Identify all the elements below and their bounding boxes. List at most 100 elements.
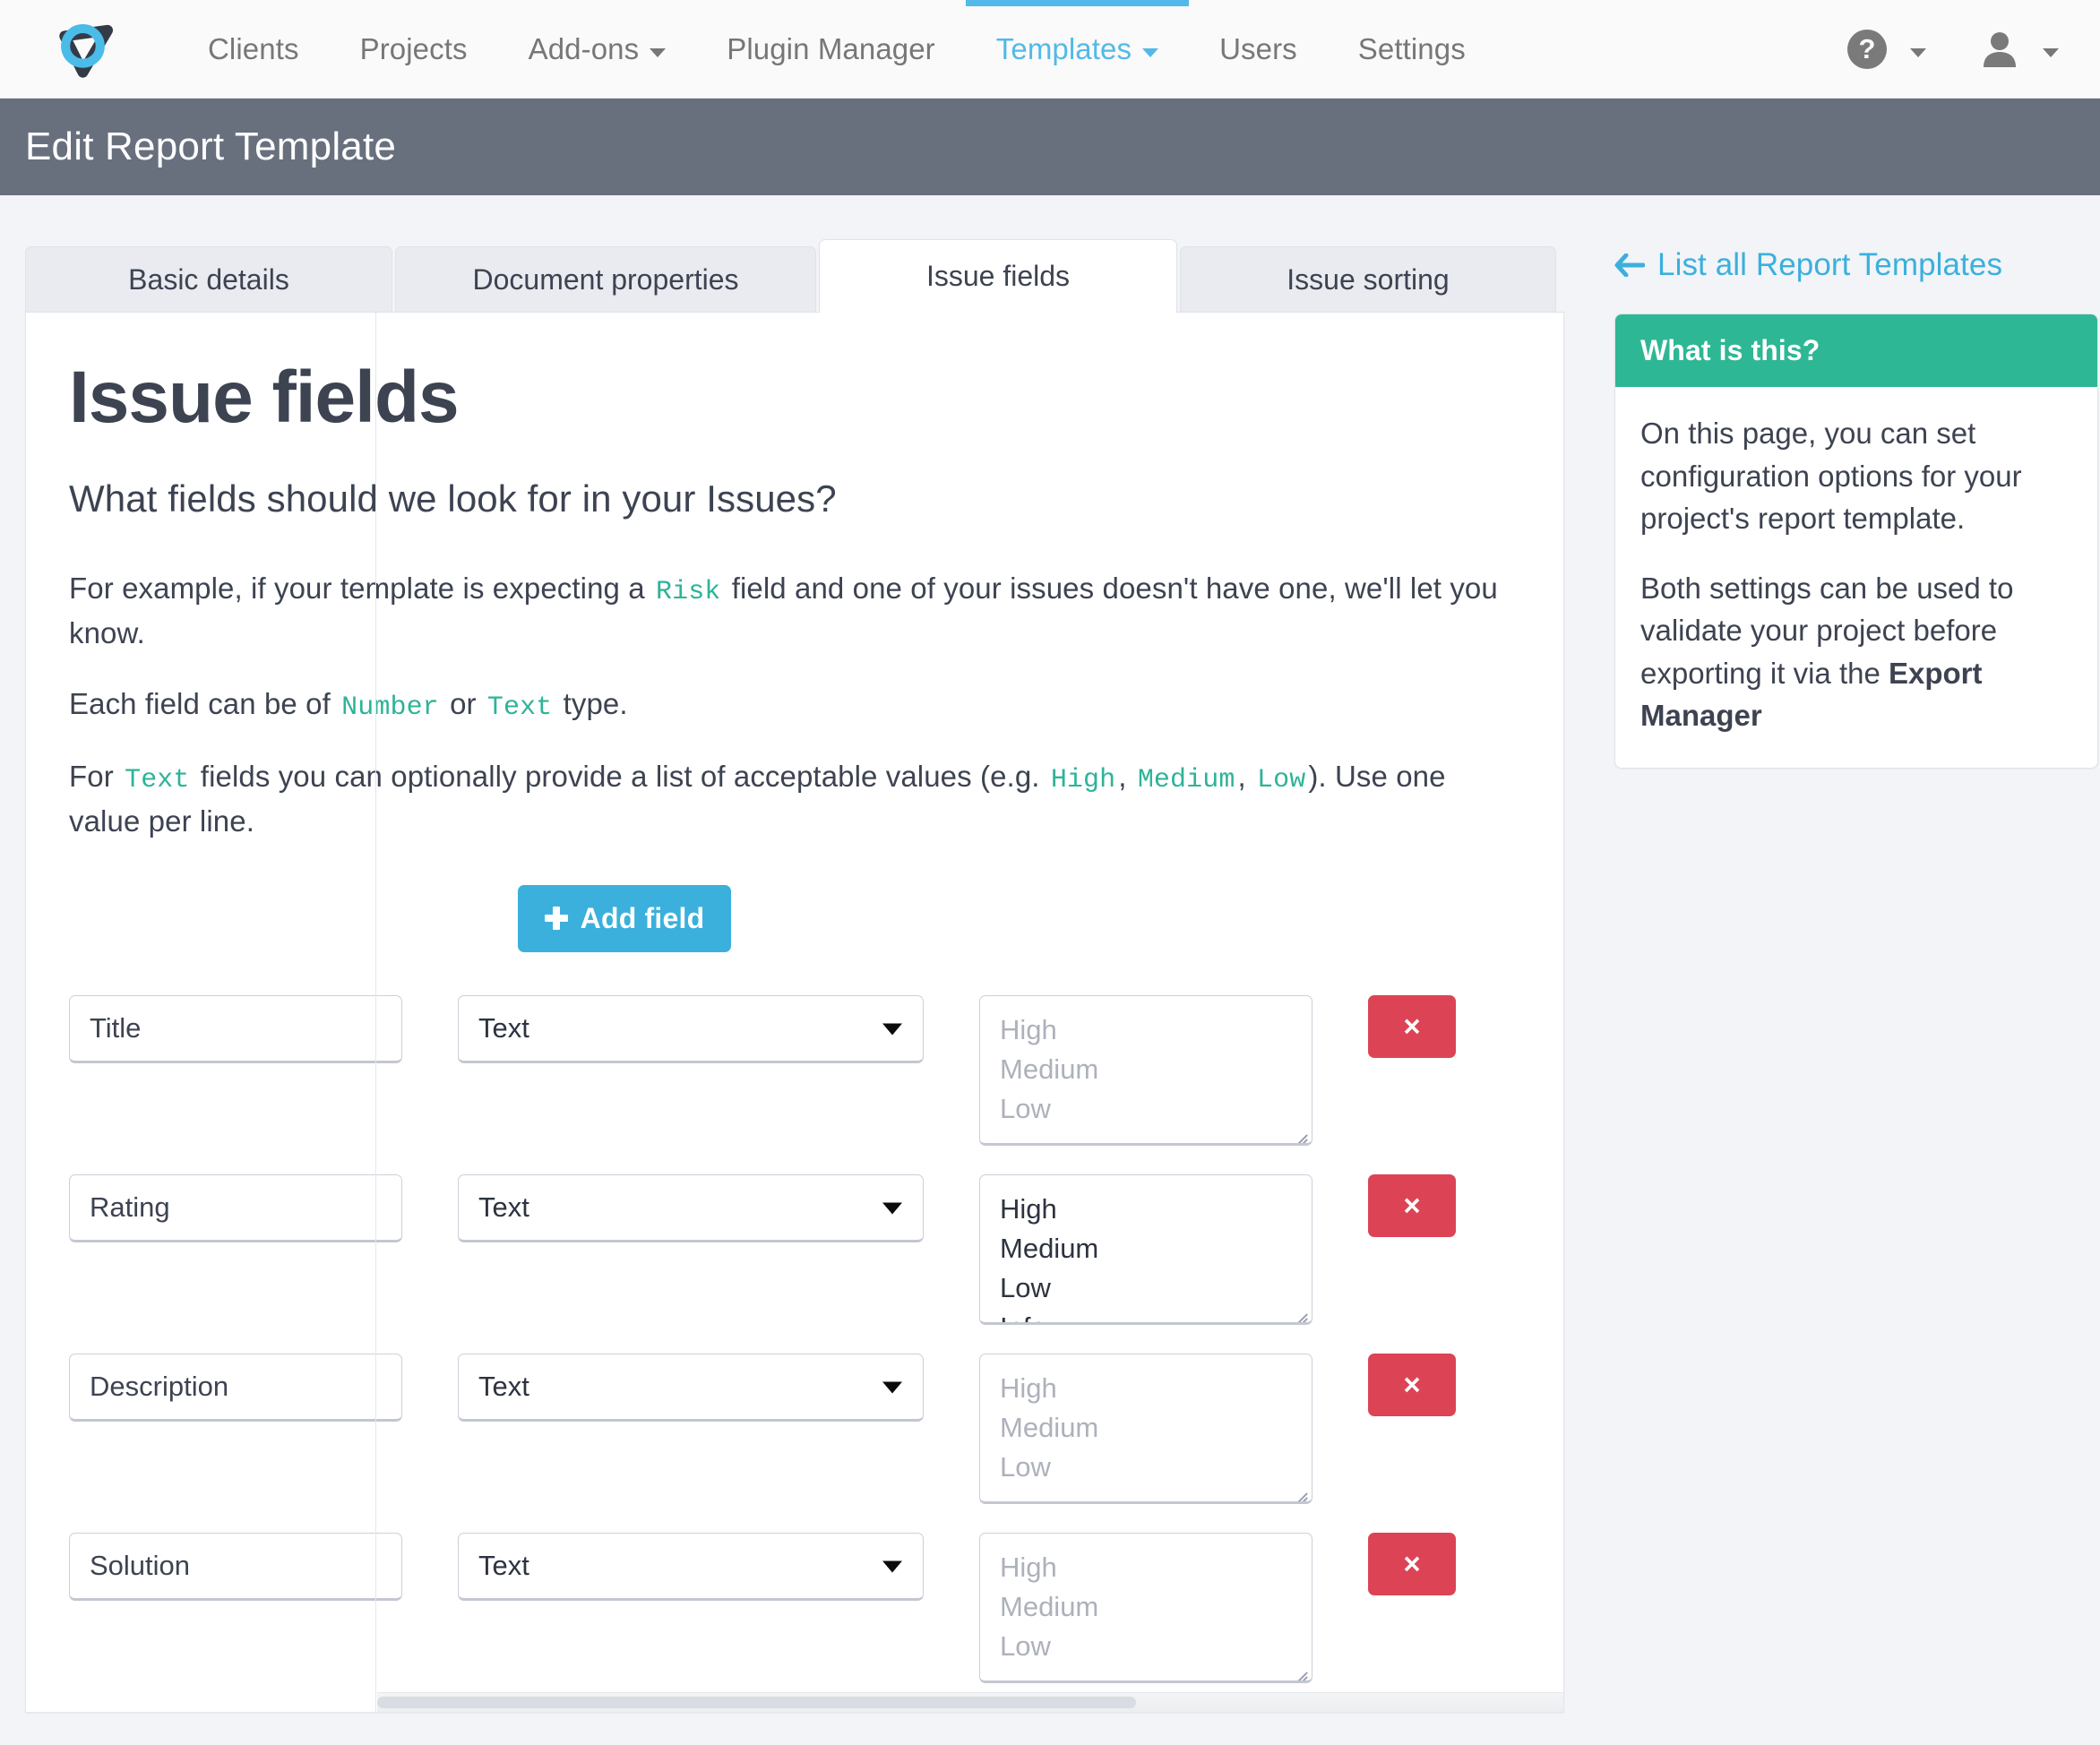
tab-label: Document properties — [472, 263, 739, 296]
tab-label: Issue fields — [925, 260, 1071, 292]
paragraph-values: For Text fields you can optionally provi… — [69, 755, 1520, 844]
field-values-textarea[interactable]: High Medium Low — [979, 1532, 1312, 1683]
code-token-number: Number — [341, 692, 439, 724]
nav-label: Clients — [208, 31, 299, 65]
field-type-select[interactable]: Text — [458, 1353, 924, 1422]
tab-bar: Basic details Document properties Issue … — [25, 238, 1564, 313]
tab-issue-fields[interactable]: Issue fields — [819, 239, 1177, 313]
field-name-input[interactable] — [69, 1173, 402, 1242]
section-subtitle: What fields should we look for in your I… — [69, 477, 837, 520]
tab-label: Issue sorting — [1287, 263, 1450, 296]
field-name-input[interactable] — [69, 1532, 402, 1601]
nav-item-settings[interactable]: Settings — [1328, 0, 1496, 98]
field-delete-cell: × — [1368, 994, 1467, 1058]
delete-field-button[interactable]: × — [1368, 1353, 1456, 1416]
horizontal-scrollbar[interactable] — [377, 1691, 1563, 1712]
nav-label: Users — [1219, 31, 1297, 65]
field-name-cell — [69, 994, 402, 1063]
add-field-row: Add field — [69, 884, 1520, 952]
tab-issue-sorting[interactable]: Issue sorting — [1180, 246, 1556, 313]
main-column: Basic details Document properties Issue … — [25, 238, 1564, 1713]
chevron-down-icon — [1142, 47, 1159, 57]
text-fragment: , — [1118, 759, 1127, 793]
nav-item-users[interactable]: Users — [1189, 0, 1328, 98]
nav-item-add-ons[interactable]: Add-ons — [498, 0, 697, 98]
value-line: Low — [1000, 1271, 1051, 1303]
resize-handle-icon[interactable] — [1289, 1480, 1309, 1500]
field-rows: Text High Medium Low — [69, 994, 1520, 1683]
nav-label: Settings — [1357, 31, 1466, 65]
value-line: High — [1000, 1371, 1057, 1404]
user-menu[interactable] — [1980, 30, 2059, 69]
nav-item-templates[interactable]: Templates — [965, 0, 1190, 98]
field-type-cell: Text — [458, 1532, 924, 1601]
field-values-cell: High Medium Low Info — [979, 1173, 1312, 1325]
delete-field-button[interactable]: × — [1368, 1532, 1456, 1595]
page-header-bar: Edit Report Template — [0, 99, 2100, 195]
help-paragraph-1: On this page, you can set configuration … — [1640, 417, 2022, 536]
field-values-cell: High Medium Low — [979, 1353, 1312, 1504]
nav-links: Clients Projects Add-ons Plugin Manager … — [177, 0, 1496, 98]
add-field-button[interactable]: Add field — [517, 884, 732, 952]
help-icon: ? — [1847, 29, 1887, 69]
resize-handle-icon[interactable] — [1289, 1659, 1309, 1679]
plus-icon — [544, 907, 568, 931]
field-row: Text High Medium Low Info — [69, 1173, 1520, 1325]
field-type-select[interactable]: Text — [458, 994, 924, 1063]
page-body: Basic details Document properties Issue … — [0, 195, 2100, 1745]
field-name-input[interactable] — [69, 994, 402, 1063]
help-menu[interactable]: ? — [1847, 29, 1926, 69]
close-icon: × — [1403, 1547, 1421, 1581]
resize-handle-icon[interactable] — [1289, 1301, 1309, 1320]
code-token-text-2: Text — [125, 764, 190, 795]
help-panel: What is this? On this page, you can set … — [1614, 314, 2098, 769]
field-delete-cell: × — [1368, 1532, 1467, 1595]
text-fragment: For — [69, 759, 114, 793]
field-values-textarea[interactable]: High Medium Low — [979, 994, 1312, 1146]
nav-label: Templates — [995, 31, 1132, 65]
app-logo[interactable] — [47, 8, 129, 90]
nav-item-projects[interactable]: Projects — [330, 0, 498, 98]
field-name-input[interactable] — [69, 1353, 402, 1422]
nav-item-clients[interactable]: Clients — [177, 0, 330, 98]
add-field-label: Add field — [580, 901, 705, 934]
back-link-label: List all Report Templates — [1657, 247, 2003, 282]
field-type-select[interactable]: Text — [458, 1173, 924, 1242]
sidebar-column: List all Report Templates What is this? … — [1614, 238, 2098, 769]
paragraph-example: For example, if your template is expecti… — [69, 567, 1520, 656]
field-delete-cell: × — [1368, 1173, 1467, 1237]
delete-field-button[interactable]: × — [1368, 994, 1456, 1058]
resize-handle-icon[interactable] — [1289, 1122, 1309, 1141]
text-fragment: type. — [563, 687, 628, 721]
field-row: Text High Medium Low — [69, 1532, 1520, 1683]
delete-field-button[interactable]: × — [1368, 1173, 1456, 1237]
text-fragment: Each field can be of — [69, 687, 331, 721]
chevron-down-icon — [2043, 47, 2059, 57]
chevron-down-icon — [1910, 47, 1926, 57]
field-values-textarea[interactable]: High Medium Low Info — [979, 1173, 1312, 1325]
value-line: High — [1000, 1013, 1057, 1045]
text-fragment: , — [1237, 759, 1246, 793]
code-token-high: High — [1050, 764, 1116, 795]
field-row: Text High Medium Low — [69, 1353, 1520, 1504]
logo-mark — [59, 23, 114, 78]
card-column-divider — [375, 313, 376, 1712]
back-to-list-link[interactable]: List all Report Templates — [1614, 247, 2002, 283]
top-navbar: Clients Projects Add-ons Plugin Manager … — [0, 0, 2100, 99]
field-type-value: Text — [478, 1370, 529, 1402]
page-title: Edit Report Template — [25, 125, 397, 168]
close-icon: × — [1403, 1368, 1421, 1402]
value-line: Low — [1000, 1092, 1051, 1124]
arrow-left-icon — [1614, 254, 1645, 277]
tab-basic-details[interactable]: Basic details — [25, 246, 392, 313]
scrollbar-thumb[interactable] — [377, 1696, 1137, 1708]
text-fragment: fields you can optionally provide a list… — [200, 759, 1040, 793]
section-title: Issue fields — [69, 357, 460, 438]
nav-label: Plugin Manager — [727, 31, 935, 65]
field-values-textarea[interactable]: High Medium Low — [979, 1353, 1312, 1504]
tab-document-properties[interactable]: Document properties — [395, 246, 816, 313]
nav-item-plugin-manager[interactable]: Plugin Manager — [696, 0, 966, 98]
field-type-select[interactable]: Text — [458, 1532, 924, 1601]
value-line: High — [1000, 1192, 1057, 1225]
field-values-cell: High Medium Low — [979, 994, 1312, 1146]
